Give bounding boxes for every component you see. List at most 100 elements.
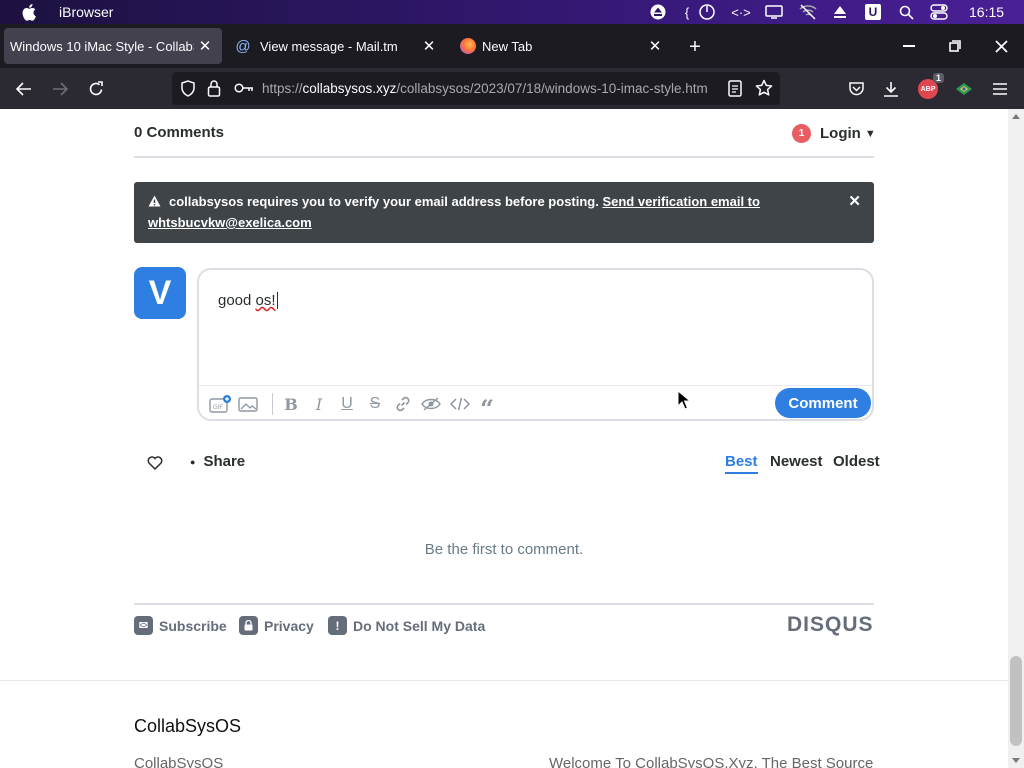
site-footer-divider	[0, 680, 1008, 681]
divider	[134, 156, 874, 158]
display-icon[interactable]	[764, 3, 784, 21]
url-bar[interactable]: https://collabsysos.xyz/collabsysos/2023…	[172, 72, 780, 105]
new-tab-icon[interactable]: +	[684, 36, 706, 58]
restore-icon[interactable]	[932, 24, 978, 68]
padlock-icon	[239, 616, 258, 635]
subscribe-link[interactable]: ✉ Subscribe	[134, 616, 227, 635]
privacy-label: Privacy	[264, 617, 314, 634]
tab-mail[interactable]: @ View message - Mail.tm ✕	[228, 28, 446, 64]
sort-oldest[interactable]: Oldest	[833, 453, 880, 470]
shield-icon[interactable]	[180, 80, 196, 102]
strikethrough-icon[interactable]: S	[365, 395, 385, 413]
nav-bar: https://collabsysos.xyz/collabsysos/2023…	[0, 68, 1024, 109]
do-not-sell-link[interactable]: ! Do Not Sell My Data	[328, 616, 485, 635]
forward-icon[interactable]	[47, 76, 73, 102]
url-text[interactable]: https://collabsysos.xyz/collabsysos/2023…	[262, 81, 717, 96]
sort-newest[interactable]: Newest	[770, 453, 823, 470]
extension-icon[interactable]	[951, 76, 977, 102]
search-icon[interactable]	[897, 3, 915, 21]
footer-divider	[134, 603, 874, 605]
bookmark-star-icon[interactable]	[755, 79, 773, 102]
app-name[interactable]: iBrowser	[59, 4, 113, 20]
adblock-icon[interactable]: ABP 1	[915, 73, 944, 102]
login-label: Login	[820, 125, 861, 142]
adblock-count-badge: 1	[932, 73, 944, 83]
close-tab-icon[interactable]: ✕	[646, 37, 664, 55]
eject-icon[interactable]	[649, 3, 667, 21]
exclamation-icon: !	[328, 616, 347, 635]
eject-triangle-icon[interactable]	[832, 3, 848, 21]
alert-message: collabsysos requires you to verify your …	[169, 194, 603, 209]
site-title[interactable]: CollabSysOS	[134, 716, 241, 737]
timer-icon[interactable]	[698, 3, 716, 21]
quote-icon[interactable]: “	[477, 394, 497, 423]
scrollbar-thumb[interactable]	[1010, 656, 1022, 746]
apple-icon[interactable]	[22, 3, 38, 21]
comment-text[interactable]: good os!	[218, 292, 278, 309]
brace-icon[interactable]: {	[681, 3, 693, 21]
at-icon: @	[235, 37, 251, 55]
menu-icon[interactable]	[987, 76, 1013, 102]
tab-label: Windows 10 iMac Style - CollabSys	[10, 38, 194, 54]
spoiler-icon[interactable]	[421, 395, 441, 413]
back-icon[interactable]	[11, 76, 37, 102]
privacy-link[interactable]: Privacy	[239, 616, 314, 635]
code-arrows-icon[interactable]: <·>	[731, 3, 751, 21]
page-scrollbar[interactable]	[1008, 109, 1024, 768]
image-icon[interactable]	[238, 395, 258, 413]
draft-text: good	[218, 292, 256, 309]
u-app-icon[interactable]: U	[864, 3, 882, 21]
clock[interactable]: 16:15	[969, 4, 1004, 20]
scroll-down-icon[interactable]	[1012, 758, 1020, 763]
control-center-icon[interactable]	[929, 3, 949, 21]
pocket-icon[interactable]	[843, 76, 869, 102]
italic-icon[interactable]: I	[309, 395, 329, 414]
editor-toolbar: GIF B I U S “ Comment	[199, 385, 872, 423]
bold-icon[interactable]: B	[281, 395, 301, 414]
tab-new[interactable]: New Tab ✕	[454, 28, 672, 64]
empty-message: Be the first to comment.	[424, 541, 584, 558]
site-subtitle: CollabSysOS	[134, 755, 224, 768]
sort-best[interactable]: Best	[725, 453, 758, 474]
comment-button[interactable]: Comment	[775, 388, 871, 418]
link-icon[interactable]	[393, 395, 413, 413]
site-welcome: Welcome To CollabSysOS.Xyz, The Best Sou…	[549, 755, 874, 768]
reader-view-icon[interactable]	[728, 80, 742, 102]
key-icon[interactable]	[234, 81, 254, 100]
tab-bar: Windows 10 iMac Style - CollabSys ✕ @ Vi…	[0, 24, 1024, 68]
share-button[interactable]: ● Share	[190, 453, 245, 470]
code-icon[interactable]	[449, 395, 471, 413]
close-tab-icon[interactable]: ✕	[196, 37, 214, 55]
bullet-icon: ●	[190, 456, 196, 467]
login-menu[interactable]: 1 Login ▼	[792, 124, 876, 143]
minimize-icon[interactable]	[886, 24, 932, 68]
close-tab-icon[interactable]: ✕	[420, 37, 438, 55]
svg-text:GIF: GIF	[213, 405, 223, 411]
tab-label: New Tab	[482, 38, 533, 54]
disqus-logo[interactable]: DISQUS	[787, 613, 874, 637]
reload-icon[interactable]	[83, 76, 109, 102]
tab-collabsysos[interactable]: Windows 10 iMac Style - CollabSys ✕	[4, 28, 222, 64]
verify-email-alert: collabsysos requires you to verify your …	[134, 182, 874, 243]
menubar: iBrowser { <·> U 16:15	[0, 0, 1024, 24]
recommend-heart-icon[interactable]	[147, 453, 163, 474]
subscribe-label: Subscribe	[159, 617, 227, 634]
url-host: collabsysos.xyz	[302, 81, 397, 96]
firefox-icon	[460, 38, 476, 54]
close-window-icon[interactable]	[978, 24, 1024, 68]
mouse-cursor-icon	[677, 390, 691, 410]
underline-icon[interactable]: U	[337, 395, 357, 413]
share-label: Share	[203, 453, 246, 470]
scroll-up-icon[interactable]	[1012, 114, 1020, 119]
lock-icon[interactable]	[207, 79, 221, 102]
tab-label: View message - Mail.tm	[260, 38, 398, 54]
avatar[interactable]: V	[134, 267, 186, 319]
comment-editor[interactable]: good os! GIF B I U S “ Comment	[197, 268, 874, 423]
gif-icon[interactable]: GIF	[208, 395, 232, 413]
download-icon[interactable]	[878, 76, 904, 102]
comment-count[interactable]: 0 Comments	[134, 124, 224, 141]
url-scheme: https://	[262, 81, 303, 96]
notification-badge[interactable]: 1	[792, 124, 811, 143]
wifi-off-icon[interactable]	[797, 3, 819, 21]
close-alert-icon[interactable]: ✕	[848, 191, 861, 212]
